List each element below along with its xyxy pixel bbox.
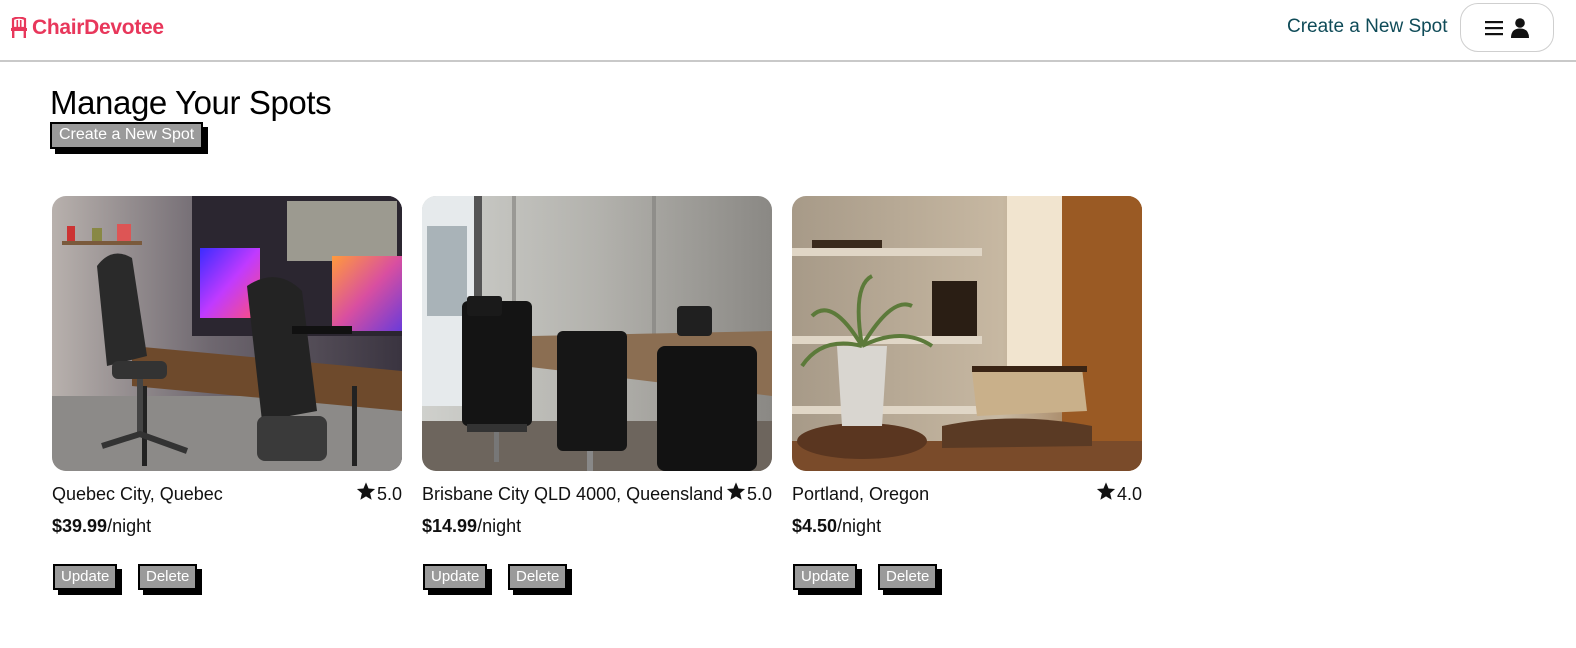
delete-spot-button[interactable]: Delete [138, 564, 198, 590]
page-title: Manage Your Spots [50, 84, 332, 121]
create-new-spot-button[interactable]: Create a New Spot [50, 122, 204, 149]
spot-price: $4.50/night [792, 516, 1142, 537]
logo-text: ChairDevotee [32, 16, 164, 39]
spot-card[interactable]: Brisbane City QLD 4000, Queensland 5.0 $… [422, 196, 772, 604]
spot-rating: 4.0 [1096, 482, 1142, 506]
home-logo-link[interactable]: ChairDevotee [10, 16, 164, 40]
spot-card[interactable]: Portland, Oregon 4.0 $4.50/night Update … [792, 196, 1142, 604]
chair-logo-icon [10, 16, 28, 39]
nav-create-spot-link[interactable]: Create a New Spot [1287, 16, 1448, 38]
update-spot-button[interactable]: Update [423, 564, 488, 590]
spot-image[interactable] [52, 196, 402, 471]
delete-spot-button[interactable]: Delete [508, 564, 568, 590]
star-icon [726, 482, 746, 506]
spot-price: $14.99/night [422, 516, 772, 537]
hamburger-menu-icon [1485, 20, 1503, 36]
spot-rating: 5.0 [356, 482, 402, 506]
spot-card[interactable]: Quebec City, Quebec 5.0 $39.99/night Upd… [52, 196, 402, 604]
spot-image[interactable] [792, 196, 1142, 471]
spot-location: Brisbane City QLD 4000, Queensland [422, 483, 724, 504]
delete-spot-button[interactable]: Delete [878, 564, 938, 590]
price-suffix: /night [107, 516, 152, 536]
price-suffix: /night [477, 516, 522, 536]
price-suffix: /night [837, 516, 882, 536]
star-icon [1096, 482, 1116, 506]
top-navigation-bar: ChairDevotee Create a New Spot [0, 0, 1576, 62]
spot-location: Portland, Oregon [792, 483, 930, 504]
profile-menu-button[interactable] [1460, 3, 1554, 52]
user-icon [1511, 17, 1529, 38]
price-amount: $39.99 [52, 516, 108, 536]
price-amount: $4.50 [792, 516, 838, 536]
spot-image[interactable] [422, 196, 772, 471]
rating-value: 4.0 [1116, 483, 1142, 504]
rating-value: 5.0 [746, 483, 772, 504]
update-spot-button[interactable]: Update [793, 564, 858, 590]
star-icon [356, 482, 376, 506]
price-amount: $14.99 [422, 516, 478, 536]
rating-value: 5.0 [376, 483, 402, 504]
spot-rating: 5.0 [726, 482, 772, 506]
spot-location: Quebec City, Quebec [52, 483, 223, 504]
spot-price: $39.99/night [52, 516, 402, 537]
update-spot-button[interactable]: Update [53, 564, 118, 590]
